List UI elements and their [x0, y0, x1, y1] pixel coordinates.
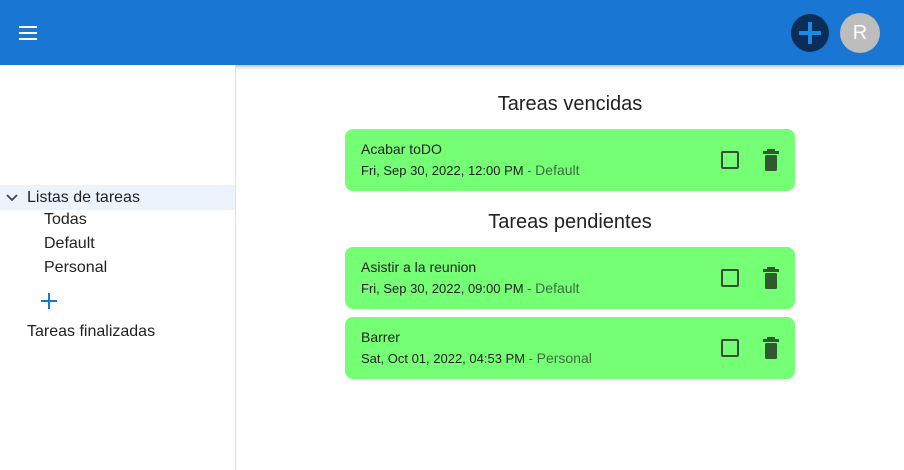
- overdue-section-title: Tareas vencidas: [497, 93, 643, 115]
- complete-checkbox[interactable]: [721, 151, 739, 169]
- task-date: Fri, Sep 30, 2022, 12:00 PM: [361, 163, 524, 178]
- task-separator: -: [525, 351, 537, 366]
- sidebar-item-todas[interactable]: Todas: [44, 211, 87, 229]
- chevron-down-icon: [0, 193, 24, 202]
- tree-item-task-lists[interactable]: Listas de tareas: [0, 185, 235, 210]
- sidebar-item-personal[interactable]: Personal: [44, 259, 107, 277]
- task-name: Asistir a la reunion: [361, 259, 477, 275]
- sidebar-item-default[interactable]: Default: [44, 235, 95, 253]
- task-card: Acabar toDO Fri, Sep 30, 2022, 12:00 PM …: [345, 129, 795, 191]
- avatar[interactable]: R: [840, 13, 880, 53]
- task-date: Sat, Oct 01, 2022, 04:53 PM: [361, 351, 526, 366]
- task-card: Asistir a la reunion Fri, Sep 30, 2022, …: [345, 247, 795, 309]
- task-card: Barrer Sat, Oct 01, 2022, 04:53 PM - Per…: [345, 317, 795, 379]
- add-task-button[interactable]: [791, 14, 829, 52]
- menu-button[interactable]: [10, 20, 46, 46]
- task-meta: Fri, Sep 30, 2022, 09:00 PM - Default: [361, 280, 580, 296]
- app-bar: R: [0, 0, 904, 65]
- menu-icon: [19, 26, 37, 40]
- sidebar: Listas de tareas Todas Default Personal …: [0, 65, 236, 470]
- complete-checkbox[interactable]: [721, 269, 739, 287]
- task-meta: Fri, Sep 30, 2022, 12:00 PM - Default: [361, 162, 580, 178]
- tree-item-label: Listas de tareas: [27, 188, 140, 206]
- plus-icon: [41, 293, 57, 309]
- task-name: Acabar toDO: [361, 141, 442, 157]
- task-list: Default: [535, 280, 580, 296]
- add-list-button[interactable]: [39, 291, 59, 311]
- trash-icon[interactable]: [763, 149, 779, 171]
- task-name: Barrer: [361, 329, 400, 345]
- complete-checkbox[interactable]: [721, 339, 739, 357]
- trash-icon[interactable]: [763, 267, 779, 289]
- task-separator: -: [523, 163, 536, 178]
- task-date: Fri, Sep 30, 2022, 09:00 PM: [361, 281, 524, 296]
- trash-icon[interactable]: [763, 337, 779, 359]
- task-list: Default: [535, 162, 580, 178]
- task-meta: Sat, Oct 01, 2022, 04:53 PM - Personal: [361, 350, 592, 366]
- pending-section-title: Tareas pendientes: [488, 211, 652, 233]
- sidebar-item-finished-tasks[interactable]: Tareas finalizadas: [27, 323, 155, 341]
- plus-icon: [799, 22, 821, 44]
- task-separator: -: [523, 281, 536, 296]
- task-list: Personal: [536, 350, 592, 366]
